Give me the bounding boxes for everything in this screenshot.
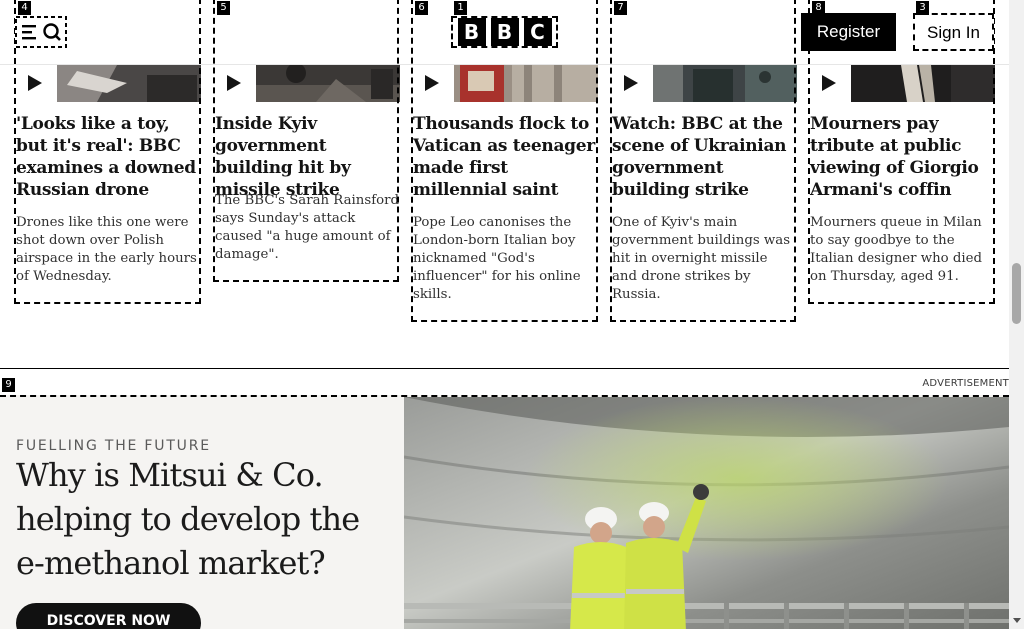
- discover-now-button[interactable]: DISCOVER NOW: [16, 603, 201, 629]
- logo-letter: B: [457, 18, 486, 46]
- ad-photo-workers-tank: [404, 397, 1009, 629]
- annotation-tag: 9: [2, 378, 15, 392]
- logo-letter: C: [523, 18, 552, 46]
- bbc-logo[interactable]: B B C: [451, 16, 558, 48]
- highlight-box: [610, 0, 796, 322]
- annotation-tag: 5: [217, 1, 230, 15]
- menu-search-button[interactable]: [15, 16, 67, 48]
- annotation-tag: 1: [454, 1, 467, 15]
- sign-in-button[interactable]: Sign In: [913, 13, 994, 51]
- ad-kicker: FUELLING THE FUTURE: [16, 438, 211, 454]
- annotation-tag: 8: [812, 1, 825, 15]
- logo-letter: B: [490, 18, 519, 46]
- annotation-tag: 6: [415, 1, 428, 15]
- highlight-box: [213, 0, 399, 282]
- annotation-tag: 3: [916, 1, 929, 15]
- page-scrollbar[interactable]: [1009, 0, 1024, 629]
- header-divider: [0, 64, 1009, 65]
- annotation-tag: 4: [18, 1, 31, 15]
- advertisement-label: ADVERTISEMENT: [922, 378, 1009, 389]
- ad-divider: [0, 368, 1009, 369]
- ad-headline[interactable]: Why is Mitsui & Co. helping to develop t…: [16, 453, 396, 585]
- highlight-box: [411, 0, 598, 322]
- scrollbar-thumb[interactable]: [1012, 263, 1021, 324]
- scroll-down-arrow-icon[interactable]: [1013, 618, 1021, 623]
- annotation-tag: 7: [614, 1, 627, 15]
- register-button[interactable]: Register: [801, 13, 896, 51]
- menu-search-icon: [15, 16, 67, 48]
- advertisement-banner[interactable]: FUELLING THE FUTURE Why is Mitsui & Co. …: [0, 395, 1009, 629]
